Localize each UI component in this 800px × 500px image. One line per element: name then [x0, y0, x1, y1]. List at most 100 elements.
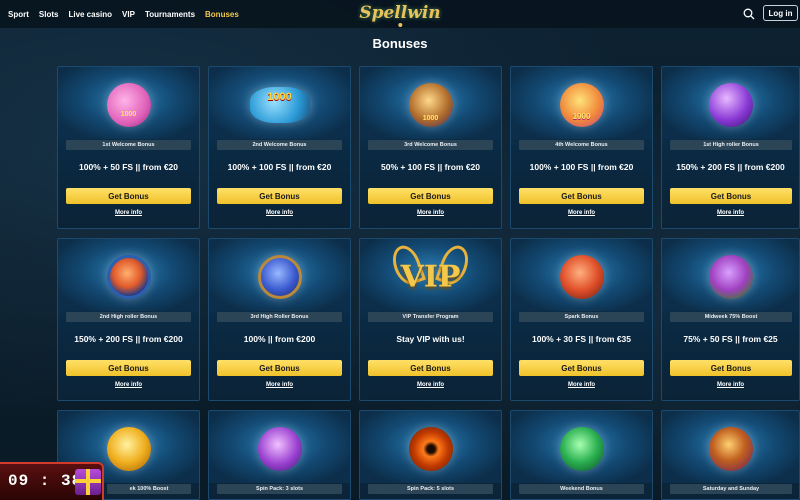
art-label: 1000: [120, 111, 137, 118]
bonus-tag: 3rd High Roller Bonus: [217, 312, 342, 322]
bonus-art: [209, 411, 350, 483]
get-bonus-button[interactable]: Get Bonus: [217, 188, 342, 204]
bonus-art: [360, 411, 501, 483]
main-nav: Sport Slots Live casino VIP Tournaments …: [8, 10, 239, 19]
bonus-card: Midweek 75% Boost 75% + 50 FS || from €2…: [661, 238, 800, 401]
more-info-link[interactable]: More info: [360, 210, 501, 216]
bonus-art: [511, 411, 652, 483]
bonus-tag: 3rd Welcome Bonus: [368, 140, 493, 150]
bonus-art: [58, 239, 199, 311]
bonus-offer: 100% || from €200: [243, 334, 316, 344]
more-info-link[interactable]: More info: [662, 382, 799, 388]
search-icon[interactable]: [743, 8, 755, 20]
bonus-art: 1000: [360, 67, 501, 139]
bonus-card: Spark Bonus 100% + 30 FS || from €35 Get…: [510, 238, 653, 401]
bonus-timer[interactable]: 09 : 38: [0, 462, 104, 500]
get-bonus-button[interactable]: Get Bonus: [519, 360, 644, 376]
bonus-tag: ek 100% Boost: [107, 484, 191, 494]
leaf-orb-icon: [559, 427, 604, 471]
bonus-offer: 100% + 50 FS || from €20: [78, 162, 179, 172]
more-info-link[interactable]: More info: [511, 382, 652, 388]
bonus-tag: 1st Welcome Bonus: [66, 140, 191, 150]
page-title: Bonuses: [372, 36, 428, 51]
nav-bonuses[interactable]: Bonuses: [205, 10, 239, 19]
bonus-card: 1000 2nd Welcome Bonus 100% + 100 FS || …: [208, 66, 351, 229]
nav-slots[interactable]: Slots: [39, 10, 59, 19]
bonus-card: Weekend Bonus: [510, 410, 653, 500]
candy-art-icon: [106, 83, 151, 127]
bonus-card: Spin Pack: 5 slots: [359, 410, 502, 500]
bonus-art: 1000: [511, 67, 652, 139]
bonus-offer: 50% + 100 FS || from €20: [380, 162, 481, 172]
violet-orb-icon: [257, 427, 302, 471]
more-info-link[interactable]: More info: [58, 382, 199, 388]
get-bonus-button[interactable]: Get Bonus: [217, 360, 342, 376]
art-label: 1000: [267, 91, 292, 103]
get-bonus-button[interactable]: Get Bonus: [368, 360, 493, 376]
login-button[interactable]: Log in: [763, 5, 798, 21]
bonus-card: VIP VIP Transfer Program Stay VIP with u…: [359, 238, 502, 401]
bonus-offer: 150% + 200 FS || from €200: [74, 334, 183, 344]
bonus-tag: Spin Pack: 3 slots: [217, 484, 342, 494]
bonus-art: 1000: [58, 67, 199, 139]
bonus-tag: 2nd High roller Bonus: [66, 312, 191, 322]
get-bonus-button[interactable]: Get Bonus: [670, 188, 792, 204]
bonus-art: [511, 239, 652, 311]
get-bonus-button[interactable]: Get Bonus: [66, 188, 191, 204]
nav-live-casino[interactable]: Live casino: [68, 10, 112, 19]
bonus-tag: VIP Transfer Program: [368, 312, 493, 322]
vip-art-label: VIP: [400, 259, 461, 295]
bonus-art: [209, 239, 350, 311]
bonus-tag: Weekend Bonus: [519, 484, 644, 494]
more-info-link[interactable]: More info: [662, 210, 799, 216]
bonus-offer: 150% + 200 FS || from €200: [676, 162, 785, 172]
get-bonus-button[interactable]: Get Bonus: [519, 188, 644, 204]
bonus-tag: Spark Bonus: [519, 312, 644, 322]
get-bonus-button[interactable]: Get Bonus: [368, 188, 493, 204]
sun-orb-icon: [106, 427, 151, 471]
bonus-offer: 100% + 30 FS || from €35: [531, 334, 632, 344]
bonus-offer: 75% + 50 FS || from €25: [683, 334, 778, 344]
bonus-card: 2nd High roller Bonus 150% + 200 FS || f…: [57, 238, 200, 401]
bonus-card: 1st High roller Bonus 150% + 200 FS || f…: [661, 66, 800, 229]
bonus-offer: 100% + 100 FS || from €20: [529, 162, 634, 172]
bonus-card: 3rd High Roller Bonus 100% || from €200 …: [208, 238, 351, 401]
bonus-art: 1000: [209, 67, 350, 139]
top-bar: Sport Slots Live casino VIP Tournaments …: [0, 0, 800, 28]
bonus-tag: 4th Welcome Bonus: [519, 140, 644, 150]
dragon-eye-icon: [408, 427, 453, 471]
bonus-art: [662, 67, 799, 139]
bonus-card: 1000 1st Welcome Bonus 100% + 50 FS || f…: [57, 66, 200, 229]
logo-dot: [397, 23, 402, 27]
bonus-offer: Stay VIP with us!: [396, 334, 465, 344]
bonus-tag: 1st High roller Bonus: [670, 140, 792, 150]
logo[interactable]: Spellwin: [359, 3, 441, 27]
bonus-tag: Spin Pack: 5 slots: [368, 484, 493, 494]
more-info-link[interactable]: More info: [360, 382, 501, 388]
flame-orb-icon: [559, 255, 604, 299]
timer-value: 09 : 38: [8, 472, 83, 490]
get-bonus-button[interactable]: Get Bonus: [670, 360, 792, 376]
purple-orb-icon: [708, 83, 753, 127]
get-bonus-button[interactable]: Get Bonus: [66, 360, 191, 376]
bonus-art: [662, 411, 799, 483]
bonus-art: VIP: [360, 239, 501, 311]
bonus-card: Spin Pack: 3 slots: [208, 410, 351, 500]
more-info-link[interactable]: More info: [209, 382, 350, 388]
bonus-card: 1000 4th Welcome Bonus 100% + 100 FS || …: [510, 66, 653, 229]
green-purple-orb-icon: [708, 255, 753, 299]
nav-sport[interactable]: Sport: [8, 10, 29, 19]
more-info-link[interactable]: More info: [511, 210, 652, 216]
bonus-tag: Saturday and Sunday: [670, 484, 792, 494]
logo-text: Spellwin: [359, 3, 441, 23]
nav-tournaments[interactable]: Tournaments: [145, 10, 195, 19]
bonus-card: 1000 3rd Welcome Bonus 50% + 100 FS || f…: [359, 66, 502, 229]
more-info-link[interactable]: More info: [209, 210, 350, 216]
trophy-orb-icon: [708, 427, 753, 471]
art-label: 1000: [422, 115, 439, 122]
nav-vip[interactable]: VIP: [122, 10, 135, 19]
bonus-tag: Midweek 75% Boost: [670, 312, 792, 322]
art-label: 1000: [572, 112, 591, 121]
bonus-tag: 2nd Welcome Bonus: [217, 140, 342, 150]
more-info-link[interactable]: More info: [58, 210, 199, 216]
